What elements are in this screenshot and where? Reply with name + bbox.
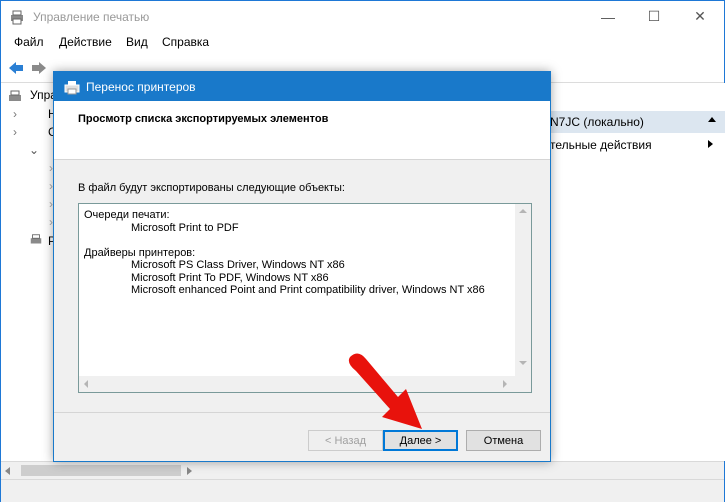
actions-header-label: N7JC (локально): [550, 115, 644, 129]
menu-view[interactable]: Вид: [126, 35, 148, 49]
submenu-arrow-icon: [708, 140, 713, 148]
red-arrow-annotation: [348, 353, 422, 429]
chevron-right-icon[interactable]: ›: [13, 107, 17, 125]
more-actions-item[interactable]: тельные действия: [550, 138, 652, 152]
menu-bar: Файл Действие Вид Справка: [1, 32, 724, 54]
scroll-left-icon[interactable]: [5, 467, 10, 475]
export-list-line: Microsoft enhanced Point and Print compa…: [131, 284, 485, 296]
scroll-left-icon[interactable]: [84, 380, 88, 388]
export-list-box[interactable]: Очереди печати: Microsoft Print to PDF Дра…: [78, 203, 532, 393]
export-list-line: Microsoft Print to PDF: [131, 221, 239, 234]
main-titlebar: Управление печатью — ☐ ✕: [1, 1, 724, 32]
scroll-thumb[interactable]: [21, 465, 181, 476]
export-list-line: Microsoft PS Class Driver, Windows NT x8…: [131, 259, 345, 271]
vertical-scrollbar[interactable]: [515, 204, 531, 392]
chevron-right-icon[interactable]: ›: [13, 125, 17, 143]
horizontal-scrollbar[interactable]: [79, 376, 515, 392]
window-title: Управление печатью: [33, 10, 150, 24]
export-list-line: Драйверы принтеров:: [84, 246, 196, 259]
collapse-arrow-icon[interactable]: [708, 117, 716, 122]
back-arrow-icon[interactable]: [7, 59, 25, 77]
close-button[interactable]: ✕: [677, 1, 723, 32]
dialog-header: Просмотр списка экспортируемых элементов: [54, 101, 550, 160]
chevron-down-icon[interactable]: ⌄: [29, 143, 39, 161]
horizontal-scrollbar[interactable]: [1, 461, 724, 480]
scroll-down-icon[interactable]: [519, 361, 527, 365]
printer-icon: [9, 90, 21, 101]
printer-icon: [30, 234, 42, 244]
export-list-line: [84, 234, 504, 247]
scroll-right-icon[interactable]: [503, 380, 507, 388]
menu-help[interactable]: Справка: [162, 35, 209, 49]
maximize-button[interactable]: ☐: [631, 1, 677, 32]
footer-divider: [54, 412, 550, 413]
minimize-button[interactable]: —: [585, 1, 631, 32]
export-description: В файл будут экспортированы следующие об…: [78, 182, 345, 194]
scroll-up-icon[interactable]: [519, 209, 527, 213]
dialog-titlebar: Перенос принтеров: [54, 72, 550, 101]
printer-app-icon: [11, 10, 23, 25]
forward-arrow-icon[interactable]: [30, 59, 48, 77]
status-bar: [1, 479, 724, 502]
scroll-right-icon[interactable]: [187, 467, 192, 475]
export-list-content: Очереди печати: Microsoft Print to PDF Дра…: [84, 209, 504, 297]
printer-migration-icon: [64, 81, 80, 95]
cancel-button[interactable]: Отмена: [466, 430, 541, 451]
menu-action[interactable]: Действие: [59, 35, 112, 49]
export-list-line: Очереди печати:: [84, 209, 170, 221]
menu-file[interactable]: Файл: [14, 35, 44, 49]
page-heading: Просмотр списка экспортируемых элементов: [78, 113, 329, 125]
printer-migration-dialog: Перенос принтеров Просмотр списка экспор…: [53, 71, 551, 462]
export-list-line: Microsoft Print To PDF, Windows NT x86: [131, 271, 329, 284]
dialog-title: Перенос принтеров: [86, 80, 196, 94]
